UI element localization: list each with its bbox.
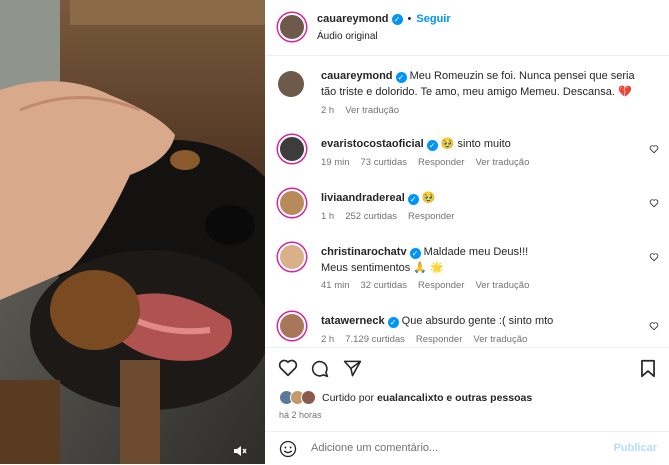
comment-likes[interactable]: 252 curtidas — [345, 211, 397, 222]
author-username[interactable]: cauareymond — [317, 13, 389, 25]
reply-button[interactable]: Responder — [416, 334, 462, 345]
comment-item: liviaandradereal ✓ 🥹 1 h 252 curtidas Res… — [265, 187, 669, 227]
comment-emoji: 🥹 — [440, 138, 455, 150]
post-caption: cauareymond ✓ Meu Romeuzin se foi. Nunca … — [265, 68, 669, 118]
see-translation-link[interactable]: Ver tradução — [475, 280, 529, 291]
like-heart-icon[interactable] — [649, 321, 659, 331]
liked-by: Curtido por eualancalixto e outras pesso… — [279, 390, 532, 405]
verified-icon: ✓ — [395, 72, 407, 83]
post-time[interactable]: há 2 horas — [279, 410, 322, 420]
reply-button[interactable]: Responder — [408, 211, 454, 222]
see-translation-link[interactable]: Ver tradução — [473, 334, 527, 345]
verified-icon: ✓ — [409, 248, 421, 259]
caption-time[interactable]: 2 h — [321, 105, 334, 116]
mute-button[interactable] — [232, 444, 248, 458]
caption-username[interactable]: cauareymond — [321, 70, 393, 82]
comment-time[interactable]: 19 min — [321, 157, 350, 168]
comment-emoji: 🥹 — [421, 192, 436, 204]
commenter-avatar[interactable] — [278, 189, 306, 217]
caption-avatar[interactable] — [278, 71, 304, 97]
commenter-username[interactable]: christinarochatv — [321, 246, 407, 258]
comment-item: tatawerneck ✓ Que absurdo gente :( sinto … — [265, 310, 669, 350]
verified-icon: ✓ — [426, 140, 438, 151]
post-media[interactable] — [0, 0, 265, 464]
separator-dot: • — [407, 13, 412, 25]
share-icon[interactable] — [343, 359, 362, 378]
commenter-username[interactable]: liviaandradereal — [321, 192, 405, 204]
comment-time[interactable]: 2 h — [321, 334, 334, 345]
see-translation-link[interactable]: Ver tradução — [345, 105, 399, 116]
action-bar — [265, 347, 669, 388]
broken-heart-emoji: 💔 — [617, 86, 632, 98]
post-panel: cauareymond ✓ • Seguir Áudio original ca… — [265, 0, 669, 464]
reply-button[interactable]: Responder — [418, 157, 464, 168]
liked-by-user[interactable]: eualancalixto — [377, 392, 444, 404]
bookmark-icon[interactable] — [640, 359, 656, 378]
verified-icon: ✓ — [407, 194, 419, 205]
commenter-username[interactable]: evaristocostaoficial — [321, 138, 424, 150]
add-comment-bar: Publicar — [265, 431, 669, 465]
audio-label[interactable]: Áudio original — [317, 31, 378, 42]
liker-avatar[interactable] — [301, 390, 316, 405]
author-avatar[interactable] — [278, 13, 306, 41]
comment-item: christinarochatv ✓ Maldade meu Deus!!! Me… — [265, 241, 669, 297]
follow-button[interactable]: Seguir — [416, 13, 450, 25]
commenter-avatar[interactable] — [278, 243, 306, 271]
caption-text-line1: Meu Romeuzin se foi. Nunca pensei que se… — [409, 70, 635, 82]
comment-time[interactable]: 41 min — [321, 280, 350, 291]
commenter-avatar[interactable] — [278, 312, 306, 340]
publish-button[interactable]: Publicar — [614, 442, 657, 454]
like-heart-icon[interactable] — [649, 252, 659, 262]
speaker-muted-icon — [234, 446, 247, 456]
liked-by-suffix[interactable]: e outras pessoas — [443, 392, 532, 404]
comment-likes[interactable]: 73 curtidas — [361, 157, 407, 168]
comment-likes[interactable]: 7.129 curtidas — [345, 334, 405, 345]
emoji-icon[interactable] — [279, 440, 297, 458]
comment-text-line2: Meus sentimentos — [321, 262, 411, 274]
see-translation-link[interactable]: Ver tradução — [475, 157, 529, 168]
comment-text: Maldade meu Deus!!! — [423, 246, 529, 258]
verified-icon: ✓ — [387, 317, 399, 328]
comment-icon[interactable] — [310, 359, 329, 378]
reply-button[interactable]: Responder — [418, 280, 464, 291]
comment-emoji: 🙏 🌟 — [413, 262, 444, 274]
verified-icon: ✓ — [391, 13, 403, 25]
heart-icon[interactable] — [278, 359, 298, 377]
comment-item: evaristocostaoficial ✓ 🥹 sinto muito 19 m… — [265, 133, 669, 173]
like-heart-icon[interactable] — [649, 198, 659, 208]
comment-text: Que absurdo gente :( sinto mto — [401, 315, 554, 327]
like-heart-icon[interactable] — [649, 144, 659, 154]
liked-by-prefix: Curtido por — [322, 391, 374, 404]
post-header: cauareymond ✓ • Seguir Áudio original — [265, 0, 669, 56]
comment-text: sinto muito — [457, 138, 511, 150]
caption-text-line2: tão triste e dolorido. Te amo, meu amigo… — [321, 86, 615, 98]
commenter-avatar[interactable] — [278, 135, 306, 163]
comment-likes[interactable]: 32 curtidas — [361, 280, 407, 291]
comment-time[interactable]: 1 h — [321, 211, 334, 222]
dog-photo — [0, 0, 265, 464]
commenter-username[interactable]: tatawerneck — [321, 315, 385, 327]
comment-input[interactable] — [311, 442, 601, 454]
